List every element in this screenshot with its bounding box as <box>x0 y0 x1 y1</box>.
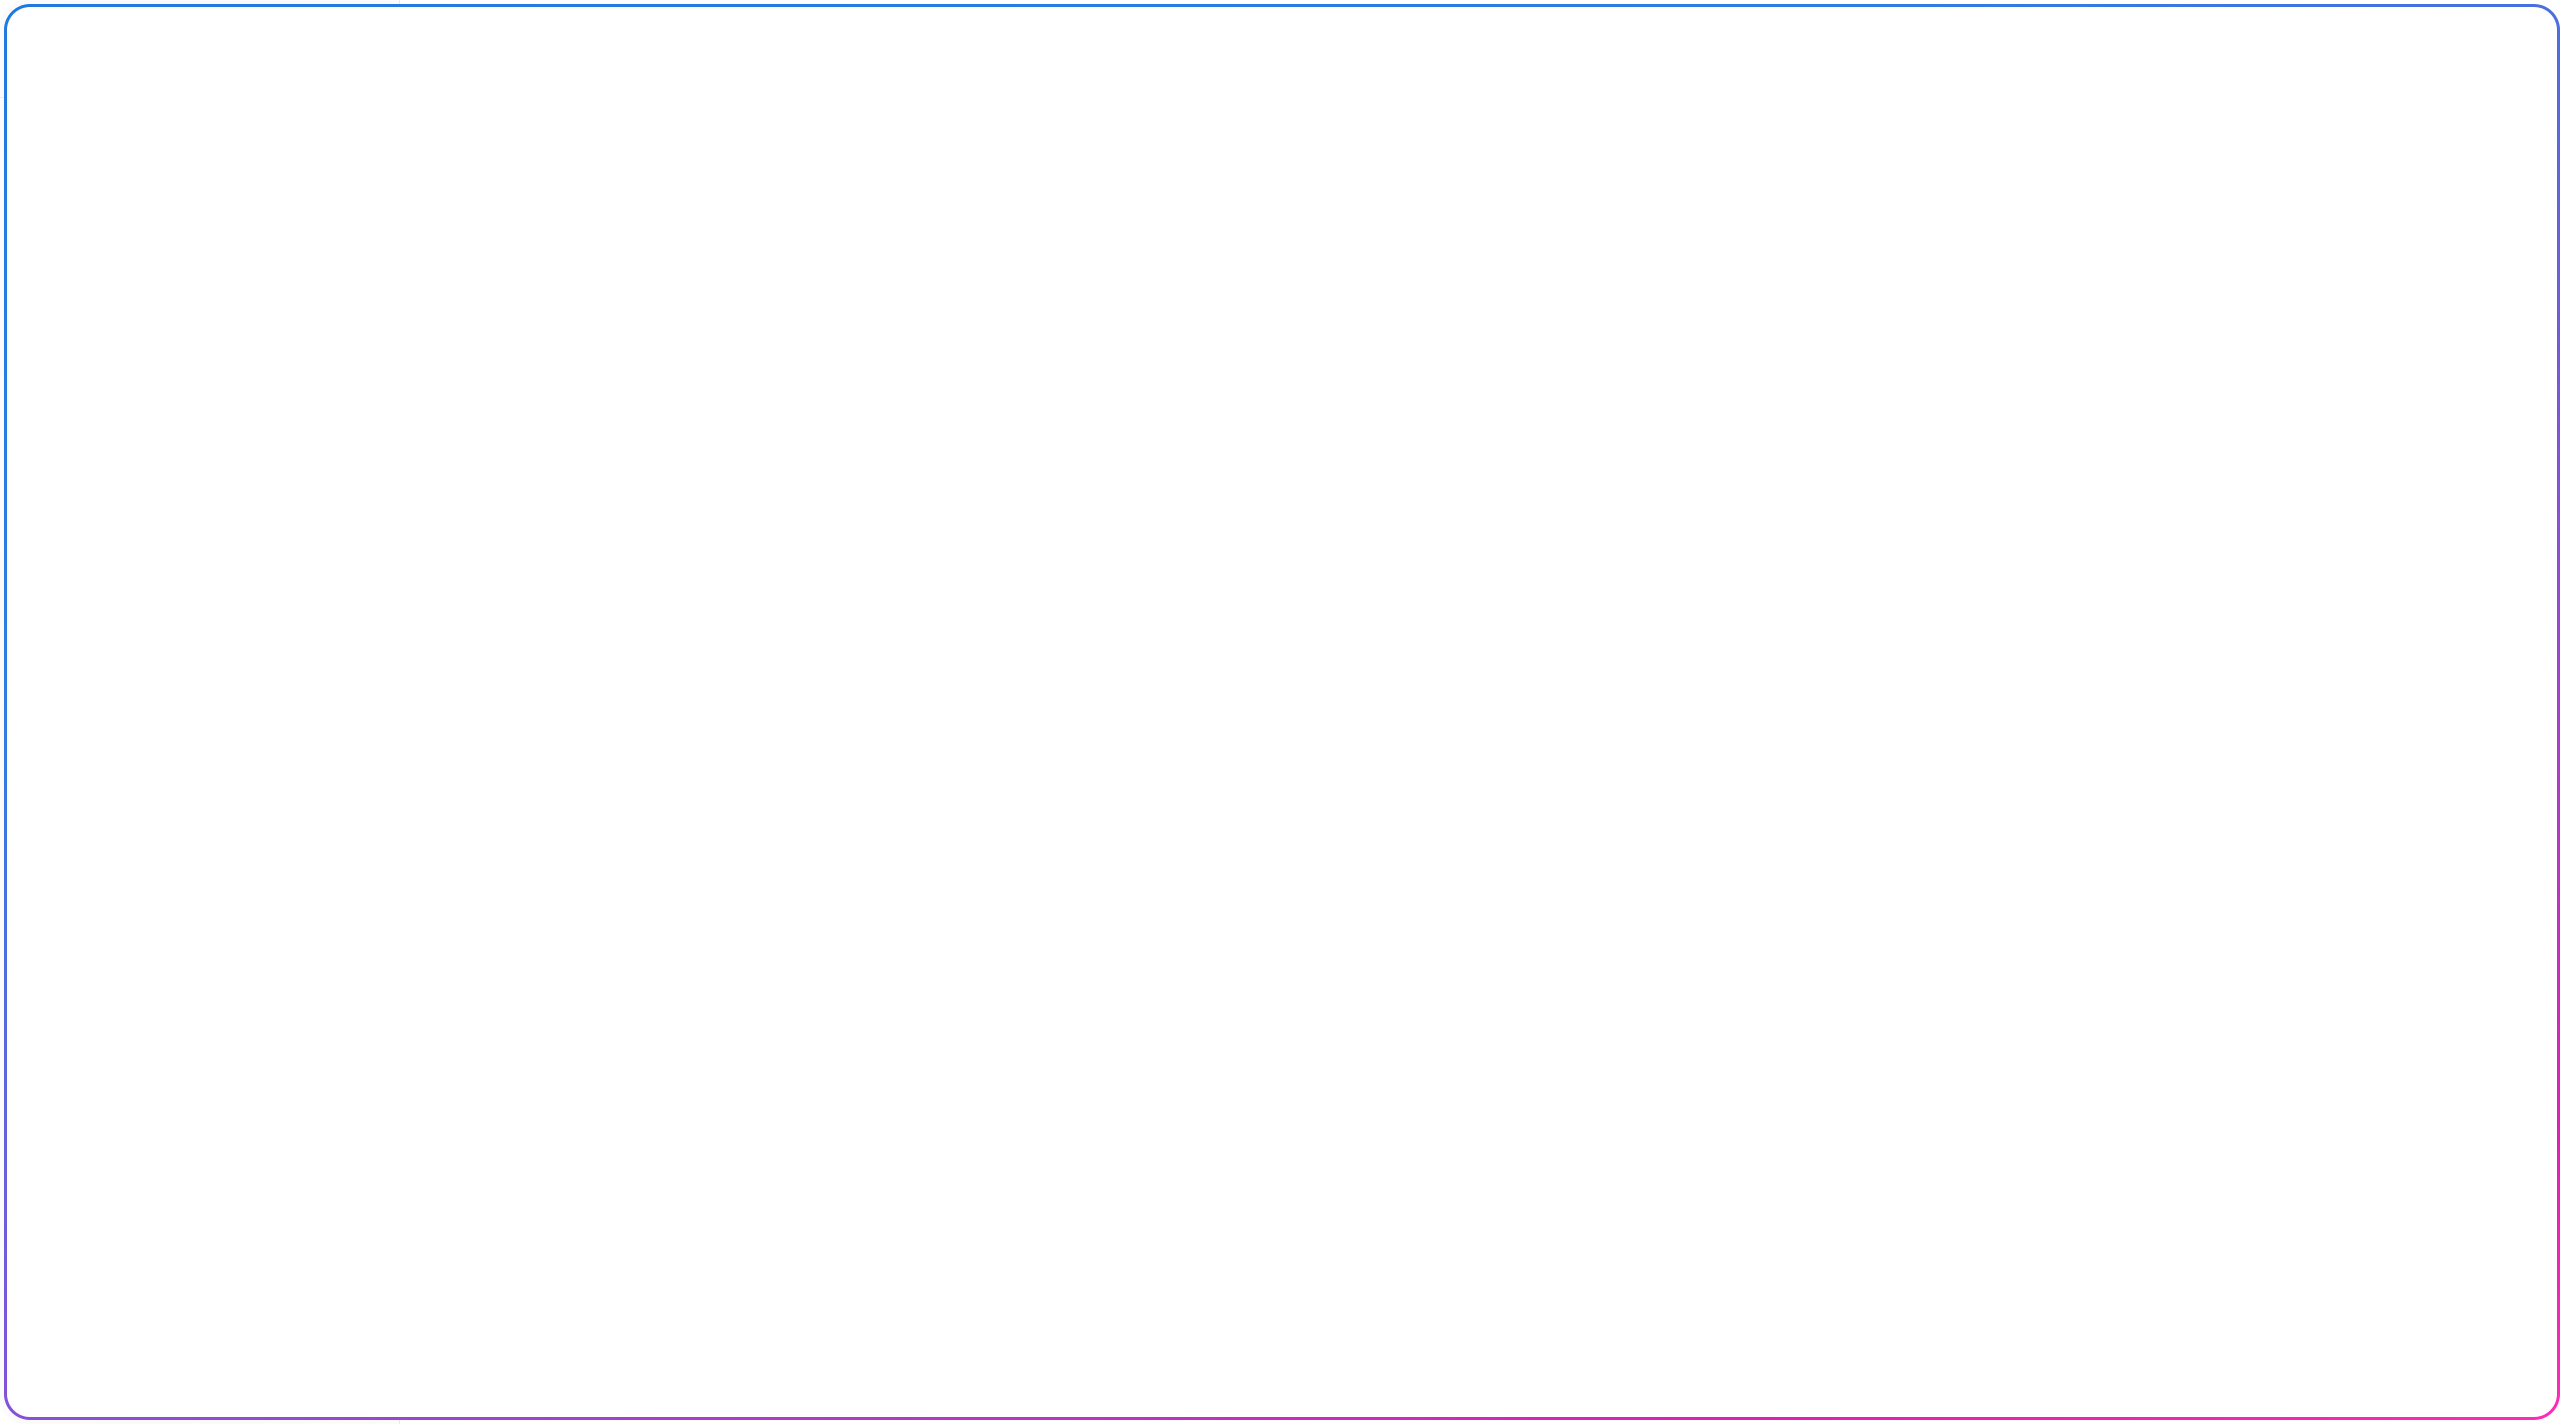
card-empty-placeholder[interactable] <box>1496 726 2542 1402</box>
sidebar-item-more[interactable]: More <box>24 244 375 304</box>
space-label: Engineering <box>100 719 245 750</box>
sidebar-item-label: Dashboard <box>122 785 255 816</box>
sidebar-item-engineering[interactable]: E Engineering <box>24 704 375 766</box>
space-label: Marketing <box>100 595 228 626</box>
inbox-badge: 9 <box>309 195 353 233</box>
sidebar-item-workload[interactable]: Workload <box>24 382 375 442</box>
svg-text:Week 1: Week 1 <box>572 591 645 616</box>
card-header: Project Status ⋯ <box>423 727 1467 805</box>
sidebar-item-label: More <box>94 258 156 289</box>
card-header: Sprint Velocity ⋯ <box>423 15 1467 93</box>
svg-text:1: 1 <box>1544 394 1556 419</box>
svg-text:Week 2: Week 2 <box>688 591 761 616</box>
space-label: Product <box>100 657 194 688</box>
card-sprint-velocity: Sprint Velocity ⋯ 30 0 Week 1 Week 2 Wee… <box>422 14 1468 704</box>
sidebar-item-label: Inbox <box>94 198 161 229</box>
sidebar-item-product[interactable]: P Product <box>24 642 375 704</box>
sidebar-item-dashboard[interactable]: Dashboard <box>54 770 365 832</box>
home-icon <box>40 139 70 169</box>
ellipsis-icon[interactable]: ⋯ <box>1401 31 1433 76</box>
space-avatar: P <box>40 654 78 692</box>
svg-text:OPEN 36: OPEN 36 <box>606 1153 697 1178</box>
sidebar-item-operations[interactable]: O Operations <box>24 836 375 898</box>
svg-text:This week: This week <box>1139 591 1236 616</box>
card-title: Burndown Chart <box>1531 36 1764 70</box>
svg-text:Week 3: Week 3 <box>804 591 877 616</box>
svg-text:IN PROGRESS 5: IN PROGRESS 5 <box>1234 1310 1402 1335</box>
card-burndown-chart: Burndown Chart ⋯ 20 1 0 0 <box>1496 14 2542 704</box>
workspace-switcher[interactable]: Acme Inc. <box>0 0 399 98</box>
sidebar: Acme Inc. Home Inbox 9 More Resources Wo… <box>0 0 400 1424</box>
svg-text:0: 0 <box>1544 424 1556 449</box>
svg-text:DESIGN 12: DESIGN 12 <box>568 968 681 993</box>
grid-icon <box>40 457 70 487</box>
svg-text:DEV 17: DEV 17 <box>1147 945 1222 970</box>
space-label: Operations <box>100 851 233 882</box>
section-title-resources: Resources <box>64 344 180 371</box>
gauge-icon <box>40 397 70 427</box>
sidebar-item-label: Team view <box>94 456 222 487</box>
svg-text:Week 4: Week 4 <box>919 591 992 616</box>
dashboard-grid: Sprint Velocity ⋯ 30 0 Week 1 Week 2 Wee… <box>400 0 2564 1424</box>
section-title-spaces: Spaces <box>64 542 145 569</box>
sidebar-item-label: Workload <box>94 396 208 427</box>
card-title: Project Status <box>457 748 656 782</box>
sidebar-item-label: Home <box>94 138 167 169</box>
space-label: Finance <box>100 913 197 944</box>
workspace-name: Acme Inc. <box>86 31 226 65</box>
primary-nav: Home Inbox 9 More Resources Workload Tea… <box>0 98 399 1088</box>
space-avatar: H <box>40 972 78 1010</box>
burndown-chart[interactable]: 20 1 0 0 <box>1497 93 2541 703</box>
sidebar-item-team-view[interactable]: Team view <box>24 442 375 502</box>
app-window: Acme Inc. Home Inbox 9 More Resources Wo… <box>0 0 2564 1424</box>
project-status-pie-chart[interactable]: DEV 17 DONE 5 IN PROGRESS 5 OPEN 36 DESI… <box>423 805 1467 1401</box>
ellipsis-icon[interactable]: ⋯ <box>2475 31 2507 76</box>
plus-icon <box>40 1043 70 1073</box>
svg-text:DONE 5: DONE 5 <box>1210 1062 1291 1087</box>
space-avatar: M <box>40 592 78 630</box>
tooltip-bubble: Viewing sprint progress <box>1308 541 1467 619</box>
sidebar-item-finance[interactable]: F Finance <box>24 898 375 960</box>
sprint-velocity-chart[interactable]: 30 0 Week 1 Week 2 Week 3 Week 4 Week 5 … <box>423 93 1467 703</box>
card-title: Sprint Velocity <box>457 36 663 70</box>
chevron-down-icon <box>239 39 259 59</box>
space-avatar: E <box>40 716 78 754</box>
svg-text:0: 0 <box>1544 559 1556 584</box>
sidebar-item-marketing[interactable]: M Marketing <box>24 580 375 642</box>
svg-text:30: 30 <box>455 460 478 483</box>
space-label: HR <box>100 975 139 1006</box>
add-space-label: Add Space <box>94 1042 227 1073</box>
card-header: Burndown Chart ⋯ <box>1497 15 2541 93</box>
add-space-button[interactable]: Add Space <box>24 1028 375 1088</box>
bar-chart-icon <box>72 786 102 816</box>
sidebar-item-home[interactable]: Home <box>24 124 375 184</box>
more-circle-icon <box>40 259 70 289</box>
svg-text:0: 0 <box>466 558 477 581</box>
inbox-icon <box>40 199 70 229</box>
sidebar-item-hr[interactable]: H HR <box>24 960 375 1022</box>
sidebar-item-inbox[interactable]: Inbox 9 <box>24 184 375 244</box>
svg-text:20: 20 <box>1528 129 1552 154</box>
spark-logo-icon <box>34 32 68 66</box>
ellipsis-icon[interactable]: ⋯ <box>1401 743 1433 788</box>
svg-text:Week 5: Week 5 <box>1035 591 1108 616</box>
space-avatar: F <box>40 910 78 948</box>
card-project-status: Project Status ⋯ DEV 17 DONE 5 IN PROGRE… <box>422 726 1468 1402</box>
space-avatar: O <box>40 848 78 886</box>
